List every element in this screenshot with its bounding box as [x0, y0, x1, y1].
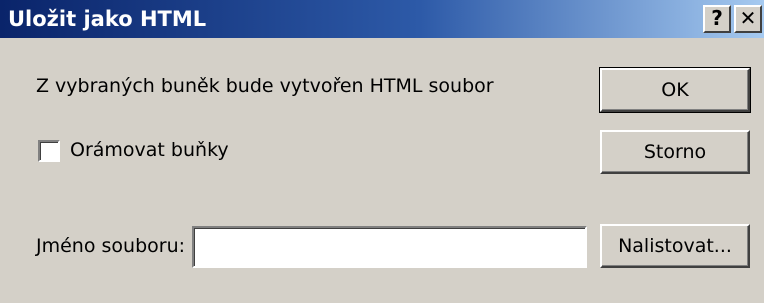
- close-icon[interactable]: ✕: [734, 5, 762, 33]
- cancel-button[interactable]: Storno: [600, 130, 750, 174]
- info-message: Z vybraných buněk bude vytvořen HTML sou…: [36, 75, 494, 97]
- ok-button[interactable]: OK: [599, 67, 751, 113]
- filename-field[interactable]: [192, 226, 587, 268]
- dialog-title: Uložit jako HTML: [8, 7, 207, 31]
- browse-button[interactable]: Nalistovat...: [600, 224, 750, 268]
- title-bar[interactable]: Uložit jako HTML ? ✕: [0, 0, 764, 38]
- help-icon[interactable]: ?: [703, 5, 731, 33]
- border-cells-checkbox[interactable]: [38, 140, 60, 162]
- filename-label: Jméno souboru:: [36, 235, 186, 257]
- save-as-html-dialog: Uložit jako HTML ? ✕ Z vybraných buněk b…: [0, 0, 764, 303]
- border-cells-label[interactable]: Orámovat buňky: [70, 139, 229, 161]
